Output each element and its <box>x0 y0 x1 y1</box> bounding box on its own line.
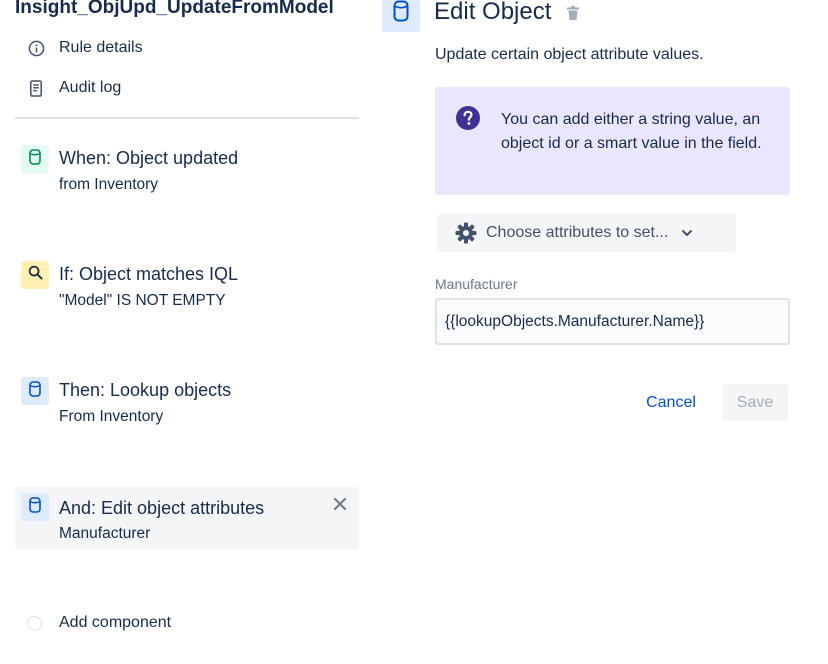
manufacturer-field[interactable]: {{lookupObjects.Manufacturer.Name}} <box>435 298 790 345</box>
add-component-button[interactable]: Add component <box>27 611 171 635</box>
trash-icon[interactable] <box>565 5 581 21</box>
choose-attributes-label: Choose attributes to set... <box>486 224 669 241</box>
manufacturer-field-label: Manufacturer <box>435 276 518 292</box>
chevron-down-icon <box>680 226 694 240</box>
component-title: If: Object matches IQL <box>59 264 239 284</box>
choose-attributes-dropdown[interactable]: Choose attributes to set... <box>437 214 736 252</box>
info-text: You can add either a string value, an ob… <box>501 111 762 152</box>
nav-item-label: Audit log <box>59 79 122 96</box>
cylinder-icon <box>29 496 41 518</box>
divider <box>15 117 359 119</box>
info-panel: You can add either a string value, an ob… <box>435 87 790 195</box>
component-subtitle: from Inventory <box>59 176 159 193</box>
component-lookup-objects[interactable]: Then: Lookup objects From Inventory <box>15 377 359 441</box>
editor-title: Edit Object <box>434 0 552 25</box>
question-icon <box>456 106 480 130</box>
rule-title: Insight_ObjUpd_UpdateFromModel <box>15 0 334 18</box>
info-icon <box>27 39 45 57</box>
component-title: Then: Lookup objects <box>59 380 232 400</box>
component-badge <box>21 145 49 173</box>
cylinder-icon <box>29 380 41 402</box>
component-badge <box>21 377 49 405</box>
close-icon[interactable] <box>333 497 347 511</box>
component-trigger[interactable]: When: Object updated from Inventory <box>15 145 359 209</box>
component-badge <box>21 261 49 289</box>
component-subtitle: "Model" IS NOT EMPTY <box>59 292 226 309</box>
save-button[interactable]: Save <box>722 384 788 421</box>
editor-header-badge <box>382 0 420 32</box>
component-condition[interactable]: If: Object matches IQL "Model" IS NOT EM… <box>15 261 359 325</box>
document-icon <box>27 79 45 97</box>
gear-icon <box>454 221 478 245</box>
component-title: And: Edit object attributes <box>59 498 265 518</box>
component-badge <box>21 493 49 521</box>
component-subtitle: From Inventory <box>59 408 164 425</box>
component-edit-object-attributes[interactable]: And: Edit object attributes Manufacturer <box>15 487 359 550</box>
nav-item-rule-details[interactable]: Rule details <box>27 36 143 60</box>
search-icon <box>28 265 43 285</box>
component-subtitle: Manufacturer <box>59 525 151 542</box>
component-title: When: Object updated <box>59 148 239 168</box>
add-component-label: Add component <box>59 614 172 631</box>
cancel-button[interactable]: Cancel <box>636 384 706 421</box>
circle-icon <box>27 615 42 631</box>
cylinder-icon <box>393 0 409 27</box>
nav-item-label: Rule details <box>59 39 143 56</box>
editor-description: Update certain object attribute values. <box>435 46 704 63</box>
nav-item-audit-log[interactable]: Audit log <box>27 76 121 100</box>
cylinder-icon <box>29 148 41 170</box>
